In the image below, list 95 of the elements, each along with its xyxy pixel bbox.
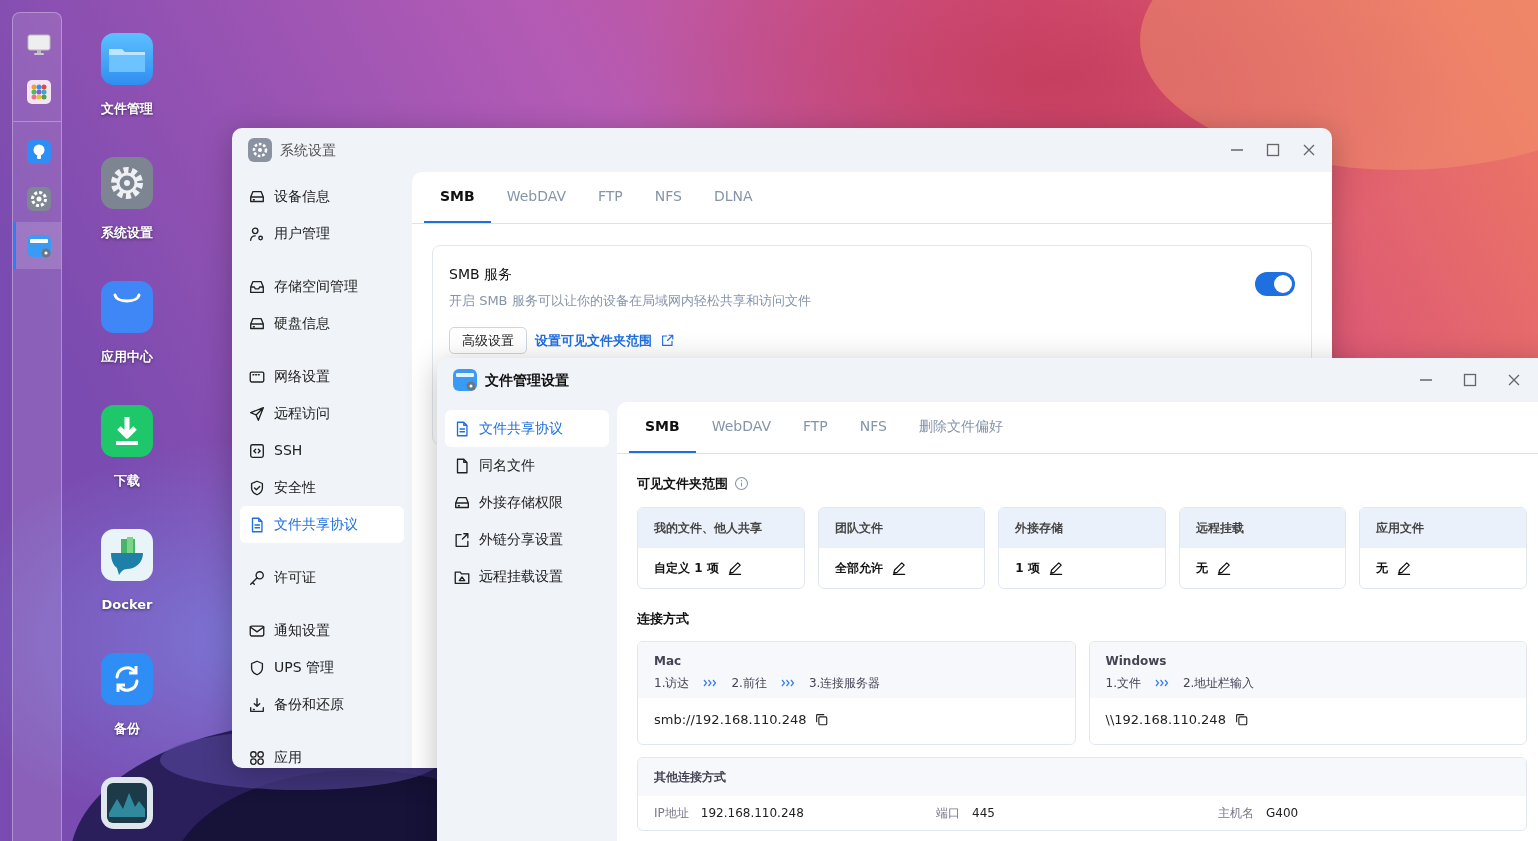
close-icon[interactable]: [1507, 373, 1521, 387]
share-icon: [453, 530, 471, 549]
advanced-button[interactable]: 高级设置: [449, 326, 527, 354]
chevrons-icon: [780, 677, 795, 689]
edit-icon[interactable]: [1047, 559, 1064, 576]
step-text: 2.地址栏输入: [1182, 675, 1255, 692]
step-text: 2.前往: [731, 675, 767, 692]
edit-icon[interactable]: [1396, 559, 1413, 576]
section-title: 连接方式: [637, 609, 689, 628]
chart-icon[interactable]: [101, 777, 153, 829]
scope-header: 外接存储: [999, 507, 1165, 548]
edit-icon[interactable]: [726, 559, 743, 576]
app-label[interactable]: 系统设置: [101, 223, 153, 243]
sidebar-item[interactable]: 通知设置: [240, 612, 404, 649]
close-icon[interactable]: [1302, 143, 1316, 157]
sidebar-item[interactable]: SSH: [240, 432, 404, 469]
scope-value: 无: [1195, 559, 1208, 577]
scope-header: 我的文件、他人共享: [638, 507, 804, 548]
scope-value: 自定义 1 项: [654, 559, 719, 577]
scope-header: 远程挂载: [1179, 507, 1346, 548]
gear-icon[interactable]: [101, 157, 153, 209]
step-text: 1.访达: [654, 675, 690, 692]
copy-icon[interactable]: [814, 712, 830, 728]
chevrons-icon: [1154, 677, 1169, 689]
sidebar-item[interactable]: 同名文件: [445, 447, 609, 484]
scope-value: 无: [1376, 559, 1389, 577]
shopping-bag-icon[interactable]: [101, 281, 153, 333]
visible-scope-link[interactable]: 设置可见文件夹范围: [535, 330, 675, 350]
field-label: IP地址: [654, 805, 689, 820]
tab[interactable]: SMB: [629, 402, 696, 453]
sync-icon[interactable]: [101, 653, 153, 705]
tab[interactable]: SMB: [424, 172, 491, 223]
scope-value: 全部允许: [834, 559, 883, 577]
address-text: \\192.168.110.248: [1105, 711, 1226, 729]
sidebar-item[interactable]: 网络设置: [240, 358, 404, 395]
address-text: smb://192.168.110.248: [654, 711, 807, 729]
field-value: 192.168.110.248: [700, 805, 804, 820]
sidebar-item[interactable]: 安全性: [240, 469, 404, 506]
service-title: SMB 服务: [449, 265, 514, 284]
folder-icon: [453, 368, 477, 392]
gear-icon: [248, 138, 272, 162]
field-value: 445: [972, 805, 995, 820]
sidebar-item[interactable]: 远程挂载设置: [445, 558, 609, 595]
field-value: G400: [1266, 805, 1299, 820]
edit-icon[interactable]: [890, 559, 907, 576]
field-label: 主机名: [1218, 805, 1254, 820]
dock-item[interactable]: [13, 222, 61, 269]
code-icon: [248, 441, 266, 460]
app-label[interactable]: 备份: [114, 719, 140, 739]
toggle-switch[interactable]: [1255, 272, 1295, 296]
app-label[interactable]: 下载: [114, 471, 140, 491]
whale-icon[interactable]: [101, 529, 153, 581]
step-text: 1.文件: [1105, 675, 1141, 692]
sidebar-item[interactable]: 文件共享协议: [445, 410, 609, 447]
external-link-icon: [660, 332, 675, 348]
platform-name: Windows: [1105, 653, 1168, 670]
copy-icon[interactable]: [1233, 712, 1249, 728]
card-title: 其他连接方式: [638, 757, 1526, 796]
scope-value: 1 项: [1015, 559, 1040, 577]
shield-icon: [248, 478, 266, 497]
section-title: 可见文件夹范围: [637, 475, 728, 493]
info-icon[interactable]: [734, 476, 749, 492]
sidebar-item[interactable]: 外接存储权限: [445, 484, 609, 521]
sidebar-item[interactable]: 文件共享协议: [240, 506, 404, 543]
download-icon[interactable]: [101, 405, 153, 457]
service-description: 开启 SMB 服务可以让你的设备在局域网内轻松共享和访问文件: [449, 292, 812, 310]
key-icon: [248, 568, 266, 587]
scope-header: 应用文件: [1360, 507, 1526, 548]
sidebar-item[interactable]: 用户管理: [240, 215, 404, 252]
field-label: 端口: [936, 805, 960, 820]
sidebar-item[interactable]: 硬盘信息: [240, 305, 404, 342]
platform-name: Mac: [654, 653, 683, 670]
maximize-icon[interactable]: [1463, 373, 1477, 387]
download-icon: [248, 695, 266, 714]
folder-icon[interactable]: [101, 33, 153, 85]
apps-icon: [248, 748, 266, 767]
app-label[interactable]: 应用中心: [101, 347, 153, 367]
window-title: 系统设置: [280, 140, 336, 160]
chevrons-icon: [703, 677, 718, 689]
sidebar-item[interactable]: 远程访问: [240, 395, 404, 432]
app-label[interactable]: 文件管理: [101, 99, 153, 119]
send-icon: [248, 404, 266, 423]
sidebar-item[interactable]: 存储空间管理: [240, 268, 404, 305]
sidebar-item[interactable]: 许可证: [240, 559, 404, 596]
maximize-icon[interactable]: [1266, 143, 1280, 157]
sidebar-item[interactable]: 外链分享设置: [445, 521, 609, 558]
edit-icon[interactable]: [1215, 559, 1232, 576]
app-label[interactable]: Docker: [101, 595, 153, 615]
scope-header: 团队文件: [818, 507, 985, 548]
sidebar-item[interactable]: 备份和还原: [240, 686, 404, 723]
shield-icon: [248, 658, 266, 677]
step-text: 3.连接服务器: [808, 675, 881, 692]
sidebar-item[interactable]: 设备信息: [240, 178, 404, 215]
window-title: 文件管理设置: [485, 370, 569, 390]
sidebar-item[interactable]: UPS 管理: [240, 649, 404, 686]
